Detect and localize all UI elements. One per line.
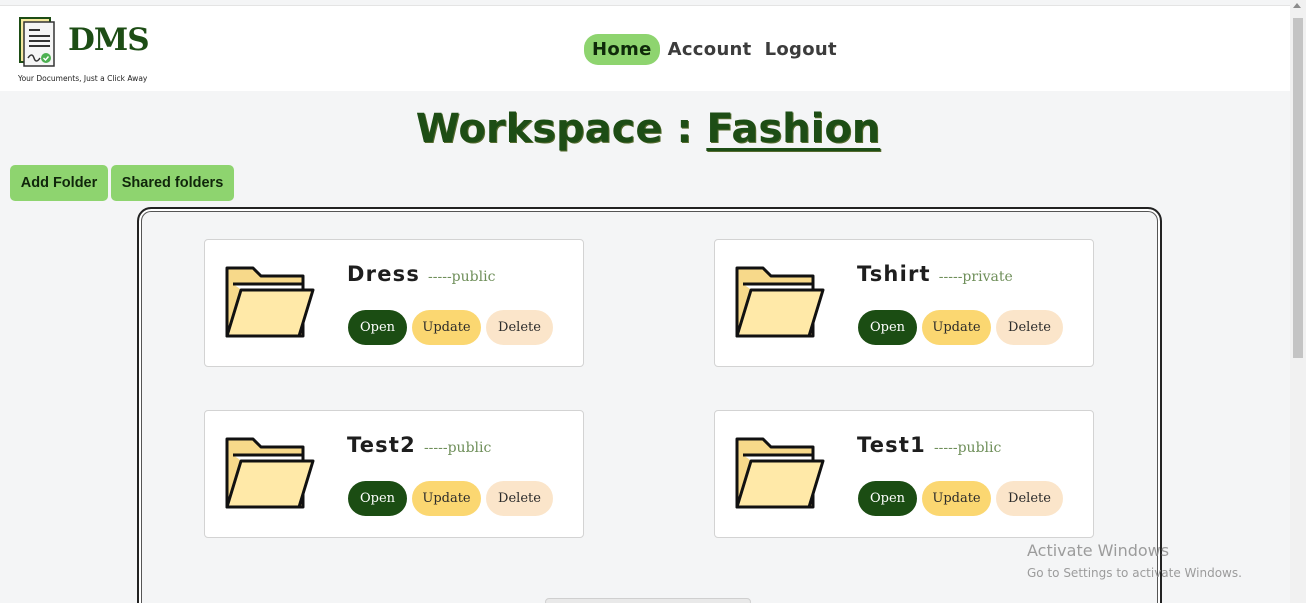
delete-button[interactable]: Delete xyxy=(996,481,1063,516)
folder-card: Test1 -----public Open Update Delete xyxy=(714,410,1094,538)
open-button[interactable]: Open xyxy=(348,310,407,345)
folder-visibility: -----public xyxy=(933,440,1002,456)
scrollbar[interactable] xyxy=(1290,0,1306,603)
scrollbar-thumb[interactable] xyxy=(1293,18,1303,358)
add-folder-button[interactable]: Add Folder xyxy=(10,165,108,201)
nav-account[interactable]: Account xyxy=(663,33,757,66)
folder-icon xyxy=(225,266,315,338)
scroll-up-arrow-icon[interactable] xyxy=(1293,3,1301,8)
activation-watermark: Activate Windows Go to Settings to activ… xyxy=(1027,541,1242,580)
open-button[interactable]: Open xyxy=(348,481,407,516)
folder-name: Dress xyxy=(347,262,421,286)
pagination-bar[interactable] xyxy=(545,598,751,603)
folder-icon xyxy=(735,266,825,338)
document-logo-icon xyxy=(19,17,55,67)
nav-home[interactable]: Home xyxy=(584,34,660,65)
logo-text: DMS xyxy=(68,22,150,58)
folder-name: Test2 xyxy=(347,433,416,457)
watermark-title: Activate Windows xyxy=(1027,541,1170,560)
folder-name: Test1 xyxy=(857,433,926,457)
folder-card: Test2 -----public Open Update Delete xyxy=(204,410,584,538)
open-button[interactable]: Open xyxy=(858,481,917,516)
update-button[interactable]: Update xyxy=(922,310,991,345)
watermark-subtitle: Go to Settings to activate Windows. xyxy=(1027,566,1242,580)
page-title: Workspace : Fashion xyxy=(0,106,1296,152)
folder-card: Dress -----public Open Update Delete xyxy=(204,239,584,367)
folder-icon xyxy=(735,437,825,509)
folder-visibility: -----public xyxy=(423,440,492,456)
folder-icon xyxy=(225,437,315,509)
nav-logout[interactable]: Logout xyxy=(760,33,842,66)
workspace-prefix: Workspace : xyxy=(415,106,707,152)
folder-visibility: -----public xyxy=(428,269,496,285)
delete-button[interactable]: Delete xyxy=(486,310,553,345)
main-nav: Home Account Logout xyxy=(584,33,845,66)
open-button[interactable]: Open xyxy=(858,310,917,345)
update-button[interactable]: Update xyxy=(922,481,991,516)
dms-logo[interactable]: DMS Your Documents, Just a Click Away xyxy=(16,16,151,86)
folder-name: Tshirt xyxy=(857,262,931,286)
folder-card: Tshirt -----private Open Update Delete xyxy=(714,239,1094,367)
top-bar: DMS Your Documents, Just a Click Away Ho… xyxy=(0,5,1290,91)
logo-tagline: Your Documents, Just a Click Away xyxy=(18,74,148,83)
folder-visibility: -----private xyxy=(938,269,1013,285)
workspace-name[interactable]: Fashion xyxy=(706,106,880,152)
delete-button[interactable]: Delete xyxy=(996,310,1063,345)
shared-folders-button[interactable]: Shared folders xyxy=(111,165,234,201)
delete-button[interactable]: Delete xyxy=(486,481,553,516)
update-button[interactable]: Update xyxy=(412,481,481,516)
update-button[interactable]: Update xyxy=(412,310,481,345)
